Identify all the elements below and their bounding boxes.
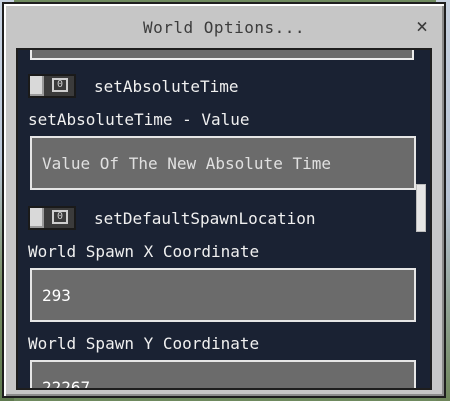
window-title: World Options...: [142, 18, 306, 37]
previous-field-bottom: [30, 50, 414, 60]
toggle-row-set-absolute-time: 0 setAbsoluteTime: [28, 74, 239, 98]
set-default-spawn-location-label: setDefaultSpawnLocation: [94, 208, 316, 228]
toggle-row-set-default-spawn: 0 setDefaultSpawnLocation: [28, 206, 316, 230]
close-icon[interactable]: ×: [410, 14, 434, 38]
world-options-window: World Options... × 0 setAbsoluteTime set…: [2, 2, 446, 398]
toggle-knob: [30, 208, 44, 228]
absolute-time-input[interactable]: Value Of The New Absolute Time: [30, 136, 416, 190]
set-default-spawn-location-toggle[interactable]: 0: [28, 206, 76, 230]
world-spawn-y-label: World Spawn Y Coordinate: [28, 334, 260, 353]
scrollbar-thumb[interactable]: [416, 184, 426, 232]
title-bar: World Options... ×: [4, 4, 444, 48]
absolute-time-value-label: setAbsoluteTime - Value: [28, 110, 250, 129]
world-spawn-x-label: World Spawn X Coordinate: [28, 242, 260, 261]
scrollbar-track[interactable]: [416, 66, 426, 388]
toggle-off-indicator: 0: [52, 78, 68, 92]
set-absolute-time-label: setAbsoluteTime: [94, 76, 239, 96]
world-spawn-y-input[interactable]: 22267: [30, 360, 416, 388]
toggle-knob: [30, 76, 44, 96]
toggle-off-indicator: 0: [52, 210, 68, 224]
options-scroll-panel[interactable]: 0 setAbsoluteTime setAbsoluteTime - Valu…: [16, 48, 432, 390]
world-spawn-x-input[interactable]: 293: [30, 268, 416, 322]
set-absolute-time-toggle[interactable]: 0: [28, 74, 76, 98]
